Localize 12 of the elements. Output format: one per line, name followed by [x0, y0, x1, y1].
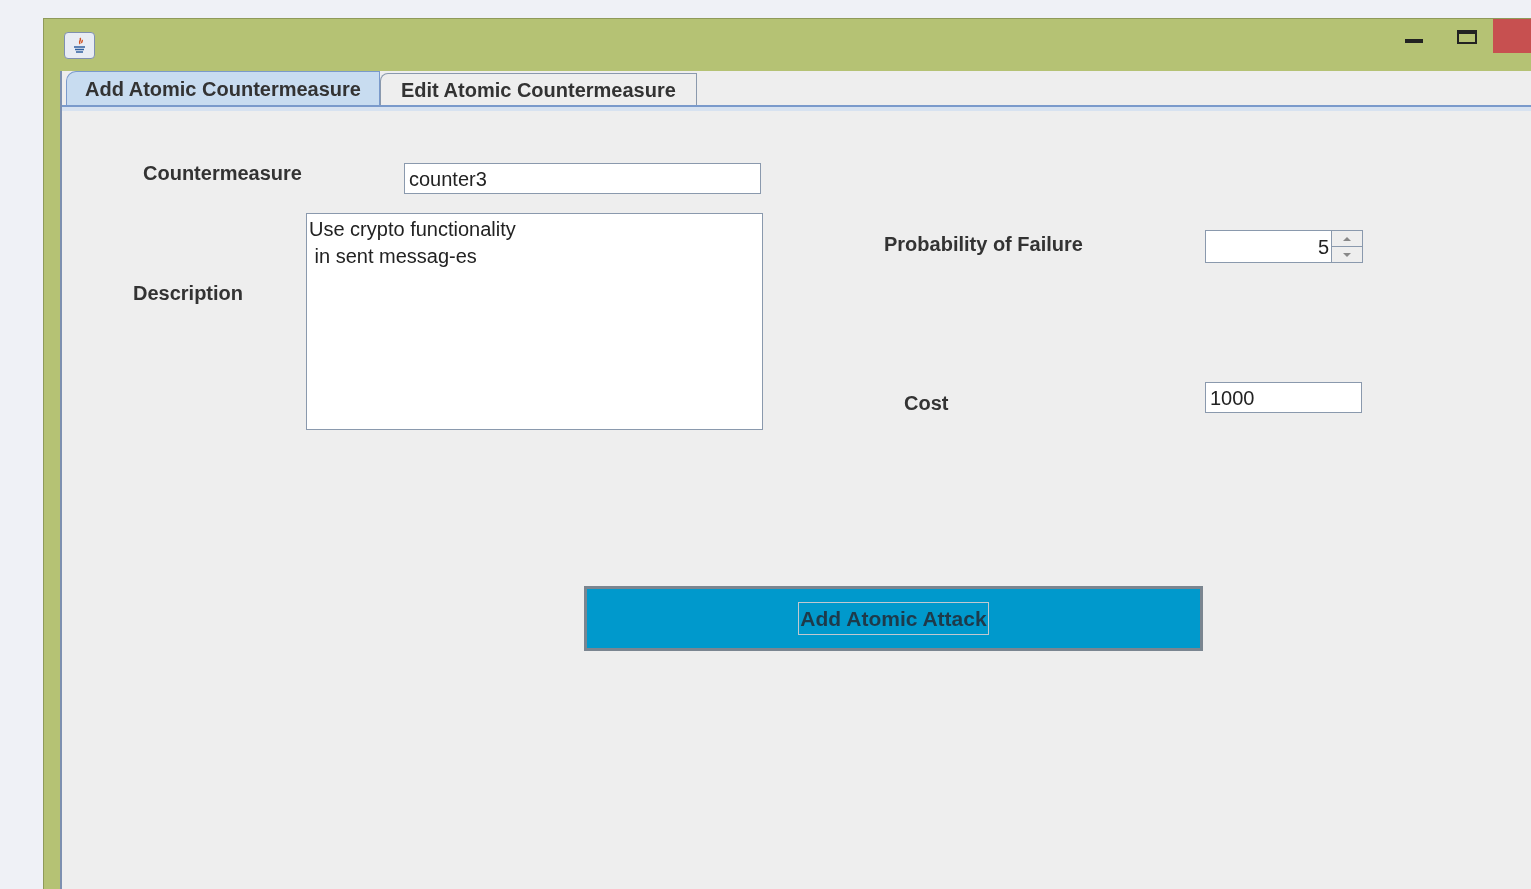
app-icon: [64, 31, 95, 59]
input-field[interactable]: 1000: [1205, 382, 1362, 413]
field-label: Description: [133, 281, 245, 306]
input-field[interactable]: counter3: [404, 163, 761, 194]
tab[interactable]: Edit Atomic Countermeasure: [379, 73, 697, 105]
add-atomic-attack-button[interactable]: Add Atomic Attack: [584, 586, 1203, 651]
maximize-icon[interactable]: [1457, 30, 1477, 44]
field-label: Probability of Failure: [884, 232, 1084, 257]
tab[interactable]: Add Atomic Countermeasure: [66, 71, 380, 105]
field-label: Countermeasure: [143, 161, 303, 185]
field-label: Cost: [904, 391, 950, 416]
text-area[interactable]: Use crypto functionality in sent messag-es: [306, 213, 763, 430]
